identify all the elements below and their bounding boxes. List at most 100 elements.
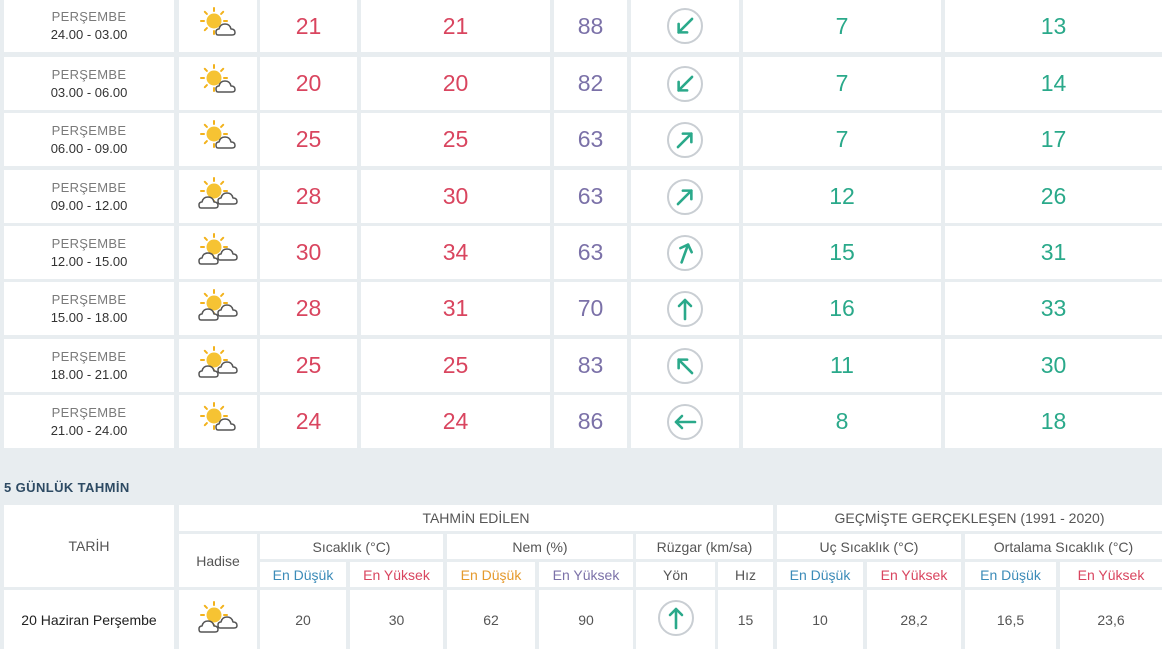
- forecast-date: 20 Haziran Perşembe: [4, 590, 174, 649]
- sun-cloud-icon: [196, 120, 240, 159]
- time-cell: PERŞEMBE 24.00 - 03.00: [4, 0, 174, 52]
- humidity-value: 63: [554, 113, 627, 166]
- header-condition: Hadise: [179, 534, 257, 587]
- humidity-value: 63: [554, 226, 627, 279]
- header-temp-max: En Yüksek: [350, 562, 443, 587]
- header-wind: Rüzgar (km/sa): [636, 534, 773, 559]
- header-avg-temp: Ortalama Sıcaklık (°C): [965, 534, 1162, 559]
- temperature-value: 20: [260, 57, 357, 110]
- header-ext-min: En Düşük: [777, 562, 863, 587]
- wind-speed-value: 7: [743, 113, 941, 166]
- wind-direction-arrow-icon: [666, 290, 704, 328]
- wind-direction-arrow-icon: [666, 121, 704, 159]
- gust-value: 14: [945, 57, 1162, 110]
- condition-cell: [179, 395, 257, 448]
- time-cell: PERŞEMBE 12.00 - 15.00: [4, 226, 174, 279]
- day-label: PERŞEMBE: [51, 66, 127, 82]
- gust-value: 13: [945, 0, 1162, 52]
- sun-cloud-icon: [196, 64, 240, 103]
- table-row: PERŞEMBE 06.00 - 09.00 25 25 63 7 17: [0, 113, 1162, 166]
- forecast-wind-speed: 15: [718, 590, 773, 649]
- humidity-value: 63: [554, 170, 627, 223]
- feels-like-value: 30: [361, 170, 550, 223]
- time-cell: PERŞEMBE 21.00 - 24.00: [4, 395, 174, 448]
- wind-direction-cell: [631, 113, 739, 166]
- header-predicted: TAHMİN EDİLEN: [179, 505, 773, 531]
- condition-cell: [179, 282, 257, 335]
- gust-value: 26: [945, 170, 1162, 223]
- sun-clouds-icon: [196, 233, 240, 272]
- wind-direction-cell: [631, 170, 739, 223]
- header-temp-min: En Düşük: [260, 562, 346, 587]
- wind-direction-cell: [631, 339, 739, 392]
- time-cell: PERŞEMBE 06.00 - 09.00: [4, 113, 174, 166]
- header-hum-min: En Düşük: [447, 562, 535, 587]
- time-range-label: 15.00 - 18.00: [50, 309, 128, 325]
- temperature-value: 28: [260, 282, 357, 335]
- header-history: GEÇMİŞTE GERÇEKLEŞEN (1991 - 2020): [777, 505, 1162, 531]
- table-row: PERŞEMBE 03.00 - 06.00 20 20 82 7 14: [0, 57, 1162, 110]
- temperature-value: 25: [260, 339, 357, 392]
- time-cell: PERŞEMBE 03.00 - 06.00: [4, 57, 174, 110]
- wind-speed-value: 16: [743, 282, 941, 335]
- forecast-hum-max: 90: [539, 590, 633, 649]
- temperature-value: 28: [260, 170, 357, 223]
- wind-speed-value: 11: [743, 339, 941, 392]
- header-temperature: Sıcaklık (°C): [260, 534, 443, 559]
- header-avg-max: En Yüksek: [1060, 562, 1162, 587]
- temperature-value: 21: [260, 0, 357, 52]
- time-range-label: 24.00 - 03.00: [50, 27, 128, 42]
- forecast-condition-cell: [179, 590, 257, 649]
- day-label: PERŞEMBE: [51, 404, 127, 420]
- condition-cell: [179, 170, 257, 223]
- time-cell: PERŞEMBE 15.00 - 18.00: [4, 282, 174, 335]
- time-range-label: 21.00 - 24.00: [50, 422, 128, 438]
- wind-direction-cell: [631, 57, 739, 110]
- forecast-avg-max: 23,6: [1060, 590, 1162, 649]
- forecast-temp-min: 20: [260, 590, 346, 649]
- condition-cell: [179, 57, 257, 110]
- table-row: PERŞEMBE 15.00 - 18.00 28 31 70 16 33: [0, 282, 1162, 335]
- gust-value: 18: [945, 395, 1162, 448]
- wind-direction-arrow-icon: [666, 7, 704, 45]
- humidity-value: 82: [554, 57, 627, 110]
- feels-like-value: 25: [361, 113, 550, 166]
- wind-direction-arrow-icon: [666, 347, 704, 385]
- day-label: PERŞEMBE: [51, 235, 127, 251]
- time-cell: PERŞEMBE 09.00 - 12.00: [4, 170, 174, 223]
- wind-speed-value: 7: [743, 57, 941, 110]
- wind-direction-cell: [631, 282, 739, 335]
- forecast-temp-max: 30: [350, 590, 443, 649]
- feels-like-value: 21: [361, 0, 550, 52]
- header-avg-min: En Düşük: [965, 562, 1056, 587]
- wind-direction-arrow-icon: [666, 234, 704, 272]
- day-label: PERŞEMBE: [51, 179, 127, 195]
- condition-cell: [179, 113, 257, 166]
- forecast-ext-max: 28,2: [867, 590, 961, 649]
- table-row: PERŞEMBE 21.00 - 24.00 24 24 86 8 18: [0, 395, 1162, 448]
- table-row: PERŞEMBE 24.00 - 03.00 21 21 88 7 13: [0, 0, 1162, 52]
- forecast-avg-min: 16,5: [965, 590, 1056, 649]
- wind-speed-value: 8: [743, 395, 941, 448]
- gust-value: 31: [945, 226, 1162, 279]
- wind-direction-arrow-icon: [657, 599, 695, 640]
- temperature-value: 25: [260, 113, 357, 166]
- wind-direction-cell: [631, 395, 739, 448]
- header-date: TARİH: [4, 505, 174, 587]
- wind-direction-cell: [631, 226, 739, 279]
- time-range-label: 12.00 - 15.00: [50, 253, 128, 269]
- feels-like-value: 34: [361, 226, 550, 279]
- forecast-ext-min: 10: [777, 590, 863, 649]
- table-row: PERŞEMBE 12.00 - 15.00 30 34 63 15 31: [0, 226, 1162, 279]
- table-row: PERŞEMBE 18.00 - 21.00 25 25 83 11 30: [0, 339, 1162, 392]
- sun-clouds-icon: [196, 289, 240, 328]
- day-label: PERŞEMBE: [51, 122, 127, 138]
- sun-clouds-icon: [196, 346, 240, 385]
- condition-cell: [179, 226, 257, 279]
- time-range-label: 03.00 - 06.00: [50, 84, 128, 100]
- forecast-wind-dir-cell: [636, 590, 715, 649]
- humidity-value: 86: [554, 395, 627, 448]
- time-cell: PERŞEMBE 18.00 - 21.00: [4, 339, 174, 392]
- wind-direction-arrow-icon: [666, 65, 704, 103]
- header-hum-max: En Yüksek: [539, 562, 633, 587]
